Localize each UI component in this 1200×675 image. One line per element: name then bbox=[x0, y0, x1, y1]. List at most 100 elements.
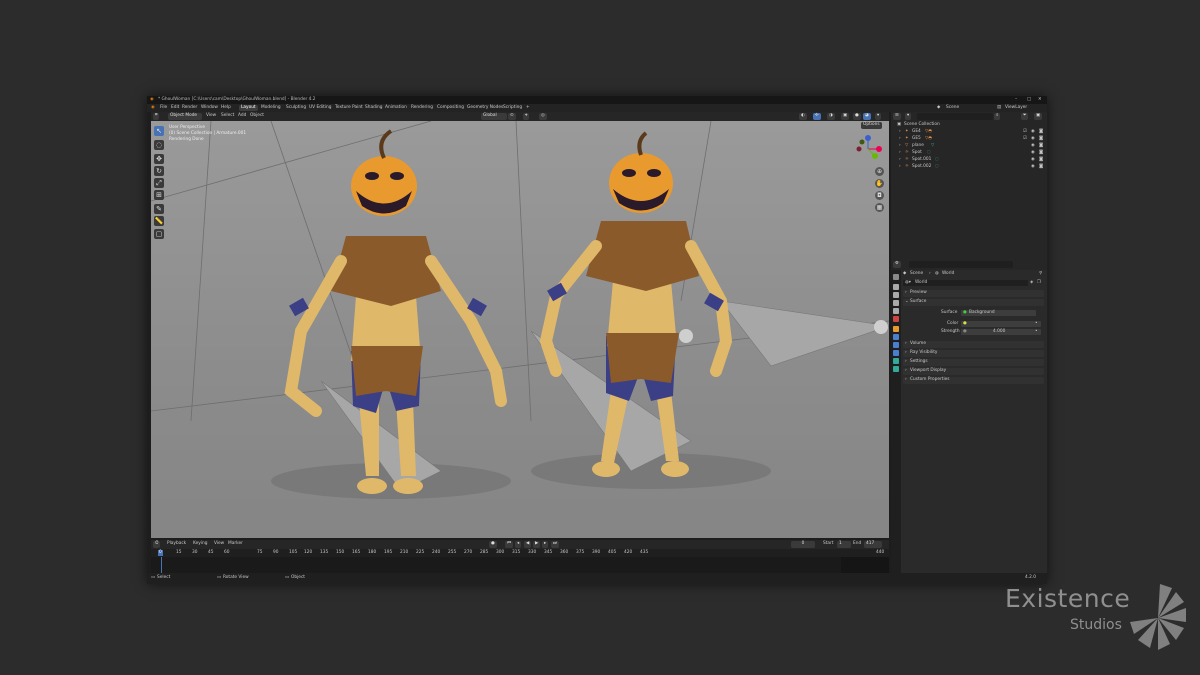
eye-icon[interactable]: ◉ bbox=[1031, 129, 1035, 135]
tab-compositing[interactable]: Compositing bbox=[435, 105, 466, 111]
proportional-edit-icon[interactable]: ◎ bbox=[539, 113, 547, 120]
timeline-menu-playback[interactable]: Playback bbox=[167, 541, 186, 547]
viewport-menu-add[interactable]: Add bbox=[238, 113, 246, 119]
pin-icon[interactable]: ⚲ bbox=[1039, 271, 1042, 277]
camera-icon[interactable]: ◙ bbox=[1039, 157, 1043, 163]
expand-icon[interactable]: › bbox=[899, 129, 901, 135]
camera-icon[interactable]: ◙ bbox=[1039, 136, 1043, 142]
view-layer-selector[interactable]: ViewLayer bbox=[1005, 105, 1027, 111]
display-mode-icon[interactable]: ▾ bbox=[905, 113, 912, 120]
jump-end-icon[interactable]: ⏭ bbox=[551, 541, 559, 548]
tab-modeling[interactable]: Modeling bbox=[259, 105, 283, 111]
camera-icon[interactable]: ◙ bbox=[1039, 143, 1043, 149]
mode-selector[interactable]: Object Mode bbox=[168, 113, 202, 120]
pan-view-icon[interactable]: ✋ bbox=[875, 179, 884, 188]
expand-icon[interactable]: › bbox=[899, 164, 901, 170]
menu-help[interactable]: Help bbox=[221, 105, 231, 111]
record-icon[interactable]: ● bbox=[489, 541, 497, 548]
outliner-row[interactable]: › ☼ Spot.001 ◌ ◉ ◙ bbox=[891, 157, 1047, 164]
modifier-tab-icon[interactable] bbox=[893, 334, 899, 340]
overlay-toggle-icon[interactable]: ◑ bbox=[827, 113, 835, 120]
tab-sculpting[interactable]: Sculpting bbox=[284, 105, 308, 111]
timeline-editor-icon[interactable]: ⏱ bbox=[153, 541, 161, 548]
panel-volume[interactable]: › Volume bbox=[903, 341, 1044, 348]
solid-shading-icon[interactable]: ● bbox=[853, 113, 861, 120]
viewport-menu-object[interactable]: Object bbox=[250, 113, 264, 119]
physics-tab-icon[interactable] bbox=[893, 350, 899, 356]
snap-icon[interactable]: ⌖ bbox=[523, 113, 530, 120]
tab-rendering[interactable]: Rendering bbox=[409, 105, 435, 111]
camera-icon[interactable]: ◙ bbox=[1039, 150, 1043, 156]
visibility-icon[interactable]: ◐ bbox=[799, 113, 807, 120]
data-tab-icon[interactable] bbox=[893, 366, 899, 372]
eye-icon[interactable]: ◉ bbox=[1031, 136, 1035, 142]
outliner-search-input[interactable] bbox=[917, 113, 993, 120]
filter-icon[interactable]: ⏷ bbox=[1021, 113, 1029, 120]
pivot-icon[interactable]: ⊙ bbox=[508, 113, 516, 120]
camera-view-icon[interactable]: ◘ bbox=[875, 191, 884, 200]
measure-tool-icon[interactable]: 📏 bbox=[154, 216, 164, 226]
cursor-tool-icon[interactable]: ◌ bbox=[154, 140, 164, 150]
current-frame-field[interactable]: 0 bbox=[791, 541, 815, 548]
expand-icon[interactable]: › bbox=[899, 143, 901, 149]
shading-options-icon[interactable]: ▾ bbox=[875, 113, 882, 120]
scene-tab-icon[interactable] bbox=[893, 308, 899, 314]
minimize-icon[interactable]: – bbox=[1015, 97, 1017, 103]
link-icon[interactable]: • bbox=[1035, 321, 1038, 327]
timeline-menu-marker[interactable]: Marker bbox=[228, 541, 243, 547]
tab-shading[interactable]: Shading bbox=[363, 105, 384, 111]
timeline-track-area[interactable] bbox=[151, 557, 889, 573]
transform-orientation[interactable]: Global bbox=[481, 113, 507, 120]
outliner-row[interactable]: › ✦ GE5 ▽◓ ☑ ◉ ◙ bbox=[891, 136, 1047, 143]
zoom-view-icon[interactable]: ⊕ bbox=[875, 167, 884, 176]
menu-render[interactable]: Render bbox=[182, 105, 197, 111]
rotate-tool-icon[interactable]: ↻ bbox=[154, 166, 164, 176]
add-workspace-button[interactable]: + bbox=[524, 105, 532, 111]
tool-tab-icon[interactable] bbox=[893, 274, 899, 280]
move-tool-icon[interactable]: ✥ bbox=[154, 154, 164, 164]
end-frame-field[interactable]: 417 bbox=[864, 541, 882, 548]
panel-preview[interactable]: › Preview bbox=[903, 290, 1044, 297]
ortho-toggle-icon[interactable]: ▦ bbox=[875, 203, 884, 212]
scale-tool-icon[interactable]: ⤢ bbox=[154, 178, 164, 188]
options-button[interactable]: Options bbox=[861, 122, 882, 129]
expand-icon[interactable]: › bbox=[899, 150, 901, 156]
world-name-field[interactable]: World bbox=[915, 280, 927, 286]
panel-surface[interactable]: ⌄ Surface bbox=[903, 299, 1044, 306]
camera-icon[interactable]: ◙ bbox=[1039, 164, 1043, 170]
gizmo-toggle-icon[interactable]: ✣ bbox=[813, 113, 821, 120]
outliner-row[interactable]: › ✦ GE4 ▽◓ ☑ ◉ ◙ bbox=[891, 129, 1047, 136]
tab-scripting[interactable]: Scripting bbox=[501, 105, 524, 111]
3d-viewport[interactable]: User Perspective (0) Scene Collection | … bbox=[151, 121, 889, 538]
select-tool-icon[interactable]: ↖ bbox=[154, 126, 164, 136]
strength-field[interactable]: ● 4.000 • bbox=[961, 329, 1041, 335]
panel-viewport-display[interactable]: › Viewport Display bbox=[903, 368, 1044, 375]
play-icon[interactable]: ▶ bbox=[533, 541, 541, 548]
outliner-row[interactable]: › ☼ Spot ◌ ◉ ◙ bbox=[891, 150, 1047, 157]
frame-tick-0[interactable]: 0 bbox=[158, 550, 163, 556]
menu-edit[interactable]: Edit bbox=[171, 105, 179, 111]
strength-value[interactable]: 4.000 bbox=[993, 329, 1005, 335]
fake-user-icon[interactable]: ◈ bbox=[1030, 280, 1033, 286]
outliner-row[interactable]: › ☼ Spot.002 ◌ ◉ ◙ bbox=[891, 164, 1047, 171]
new-collection-icon[interactable]: ▣ bbox=[1034, 113, 1043, 120]
timeline-menu-keying[interactable]: Keying bbox=[193, 541, 207, 547]
constraints-tab-icon[interactable] bbox=[893, 358, 899, 364]
outliner-editor-icon[interactable]: ☰ bbox=[893, 113, 901, 120]
properties-search-input[interactable] bbox=[909, 261, 1013, 268]
outliner-row[interactable]: › ▽ plane ▽ ◉ ◙ bbox=[891, 143, 1047, 150]
expand-icon[interactable]: › bbox=[899, 136, 901, 142]
panel-ray-visibility[interactable]: › Ray Visibility bbox=[903, 350, 1044, 357]
start-frame-field[interactable]: 1 bbox=[837, 541, 851, 548]
outliner-root[interactable]: ▣ Scene Collection bbox=[891, 122, 1047, 129]
xray-icon[interactable]: ▣ bbox=[841, 113, 850, 120]
world-tab-icon[interactable] bbox=[893, 316, 899, 322]
expand-icon[interactable]: › bbox=[899, 157, 901, 163]
properties-editor-icon[interactable]: ⚙ bbox=[893, 261, 901, 268]
new-world-icon[interactable]: ❐ bbox=[1037, 280, 1041, 286]
link-icon[interactable]: • bbox=[1035, 329, 1038, 335]
close-icon[interactable]: ✕ bbox=[1038, 97, 1042, 103]
play-reverse-icon[interactable]: ◀ bbox=[524, 541, 532, 548]
eye-icon[interactable]: ◉ bbox=[1031, 150, 1035, 156]
editor-type-icon[interactable]: ⌗ bbox=[153, 113, 160, 120]
